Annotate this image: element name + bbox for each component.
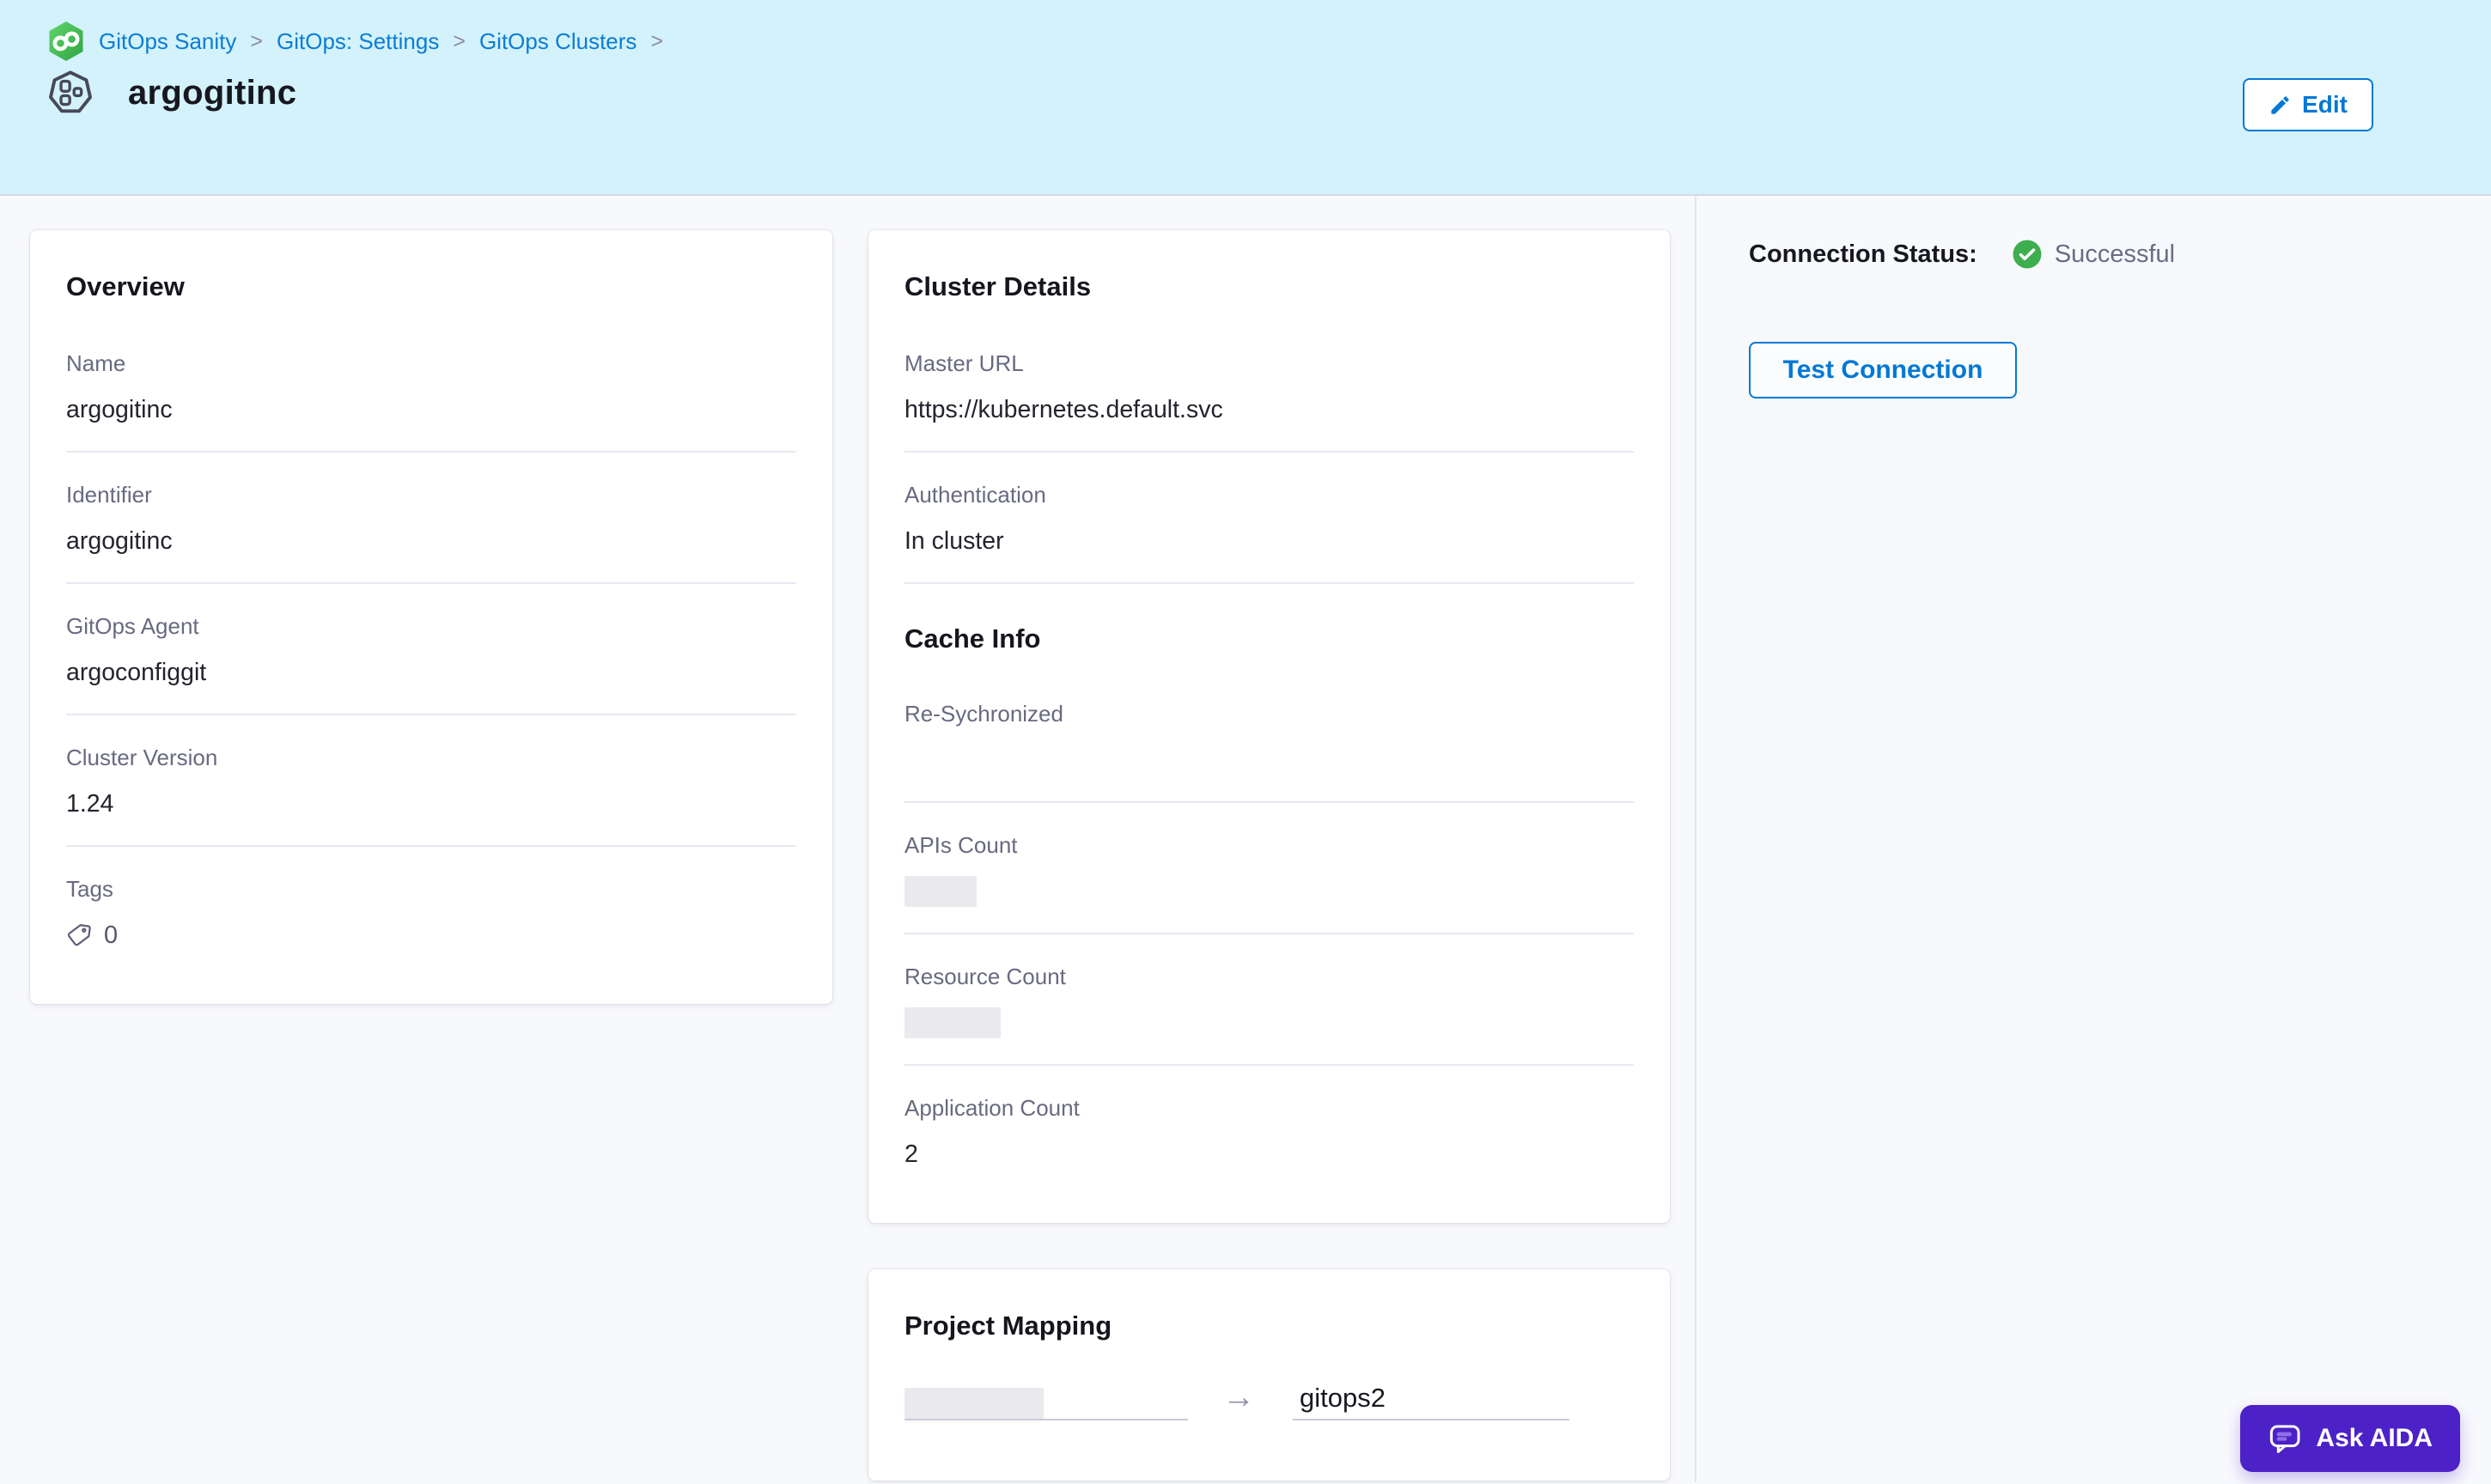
cluster-details-card: Cluster Details Master URL https://kuber… bbox=[868, 230, 1670, 1223]
project-mapping-row: → gitops2 bbox=[904, 1381, 1634, 1420]
details-column: Cluster Details Master URL https://kuber… bbox=[868, 230, 1670, 1481]
connection-status-text: Successful bbox=[2055, 240, 2175, 269]
ask-aida-button[interactable]: Ask AIDA bbox=[2240, 1405, 2460, 1472]
breadcrumb-link-gitops-sanity[interactable]: GitOps Sanity bbox=[99, 28, 236, 55]
cluster-details-title: Cluster Details bbox=[904, 271, 1634, 302]
field-apis-count: APIs Count bbox=[904, 803, 1634, 934]
breadcrumb-separator: > bbox=[453, 29, 466, 54]
field-gitops-agent: GitOps Agent argoconfiggit bbox=[66, 584, 796, 715]
chat-bubble-icon bbox=[2268, 1421, 2302, 1456]
field-label: Application Count bbox=[904, 1095, 1634, 1122]
connection-panel: Connection Status: Successful Test Conne… bbox=[1696, 196, 2491, 1482]
test-connection-label: Test Connection bbox=[1783, 356, 1983, 385]
loading-skeleton bbox=[904, 876, 977, 907]
field-authentication: Authentication In cluster bbox=[904, 453, 1634, 584]
field-cluster-version: Cluster Version 1.24 bbox=[66, 715, 796, 847]
ask-aida-label: Ask AIDA bbox=[2316, 1424, 2433, 1453]
edit-button-label: Edit bbox=[2302, 91, 2348, 119]
field-value: 2 bbox=[904, 1137, 1634, 1171]
breadcrumb-separator: > bbox=[250, 29, 263, 54]
check-circle-icon bbox=[2012, 239, 2043, 270]
field-label: GitOps Agent bbox=[66, 613, 796, 640]
test-connection-button[interactable]: Test Connection bbox=[1749, 342, 2017, 398]
breadcrumb-link-gitops-clusters[interactable]: GitOps Clusters bbox=[479, 28, 637, 55]
field-label: APIs Count bbox=[904, 832, 1634, 859]
cache-info-title: Cache Info bbox=[904, 623, 1634, 654]
field-value bbox=[904, 874, 1634, 909]
field-value: argogitinc bbox=[66, 524, 796, 558]
breadcrumb-link-gitops-settings[interactable]: GitOps: Settings bbox=[277, 28, 439, 55]
field-name: Name argogitinc bbox=[66, 321, 796, 453]
mapping-source-field bbox=[904, 1388, 1188, 1420]
field-value bbox=[904, 1006, 1634, 1040]
field-label: Authentication bbox=[904, 482, 1634, 508]
field-identifier: Identifier argogitinc bbox=[66, 453, 796, 584]
field-label: Re-Sychronized bbox=[904, 701, 1634, 727]
breadcrumb: GitOps Sanity > GitOps: Settings > GitOp… bbox=[47, 21, 2491, 62]
tags-count-row: 0 bbox=[66, 918, 796, 952]
field-label: Tags bbox=[66, 876, 796, 903]
connection-status-value: Successful bbox=[2012, 239, 2175, 270]
gitops-logo-icon bbox=[47, 21, 85, 62]
field-value: 1.24 bbox=[66, 787, 796, 821]
overview-card-title: Overview bbox=[66, 271, 796, 302]
mapping-target-field: gitops2 bbox=[1293, 1383, 1569, 1420]
cluster-icon bbox=[47, 69, 94, 117]
field-value: https://kubernetes.default.svc bbox=[904, 392, 1634, 427]
field-value: In cluster bbox=[904, 524, 1634, 558]
pencil-icon bbox=[2269, 94, 2292, 117]
field-master-url: Master URL https://kubernetes.default.sv… bbox=[904, 321, 1634, 453]
main-content: Overview Name argogitinc Identifier argo… bbox=[0, 196, 1696, 1482]
loading-skeleton bbox=[904, 1388, 1044, 1419]
page-title: argogitinc bbox=[128, 74, 296, 113]
field-resource-count: Resource Count bbox=[904, 934, 1634, 1066]
edit-button[interactable]: Edit bbox=[2243, 78, 2373, 131]
field-label: Cluster Version bbox=[66, 745, 796, 771]
field-label: Identifier bbox=[66, 482, 796, 508]
field-application-count: Application Count 2 bbox=[904, 1066, 1634, 1189]
title-row: argogitinc bbox=[47, 69, 2491, 117]
tags-count: 0 bbox=[104, 921, 118, 950]
project-mapping-title: Project Mapping bbox=[904, 1311, 1634, 1341]
field-label: Master URL bbox=[904, 350, 1634, 377]
field-value: argogitinc bbox=[66, 392, 796, 427]
tag-icon bbox=[66, 921, 94, 949]
arrow-right-icon: → bbox=[1222, 1381, 1255, 1414]
field-tags: Tags 0 bbox=[66, 847, 796, 970]
overview-card: Overview Name argogitinc Identifier argo… bbox=[30, 230, 832, 1004]
connection-status-label: Connection Status: bbox=[1749, 240, 1977, 269]
field-label: Name bbox=[66, 350, 796, 377]
connection-status-row: Connection Status: Successful bbox=[1749, 239, 2491, 270]
field-label: Resource Count bbox=[904, 964, 1634, 990]
breadcrumb-separator: > bbox=[650, 29, 663, 54]
loading-skeleton bbox=[904, 1007, 1001, 1038]
overview-column: Overview Name argogitinc Identifier argo… bbox=[30, 230, 832, 1004]
content-area: Overview Name argogitinc Identifier argo… bbox=[0, 196, 2491, 1482]
field-value bbox=[904, 743, 1634, 777]
project-mapping-card: Project Mapping → gitops2 bbox=[868, 1269, 1670, 1481]
field-value: argoconfiggit bbox=[66, 655, 796, 690]
field-re-sychronized: Re-Sychronized bbox=[904, 672, 1634, 803]
page-header: GitOps Sanity > GitOps: Settings > GitOp… bbox=[0, 0, 2491, 196]
